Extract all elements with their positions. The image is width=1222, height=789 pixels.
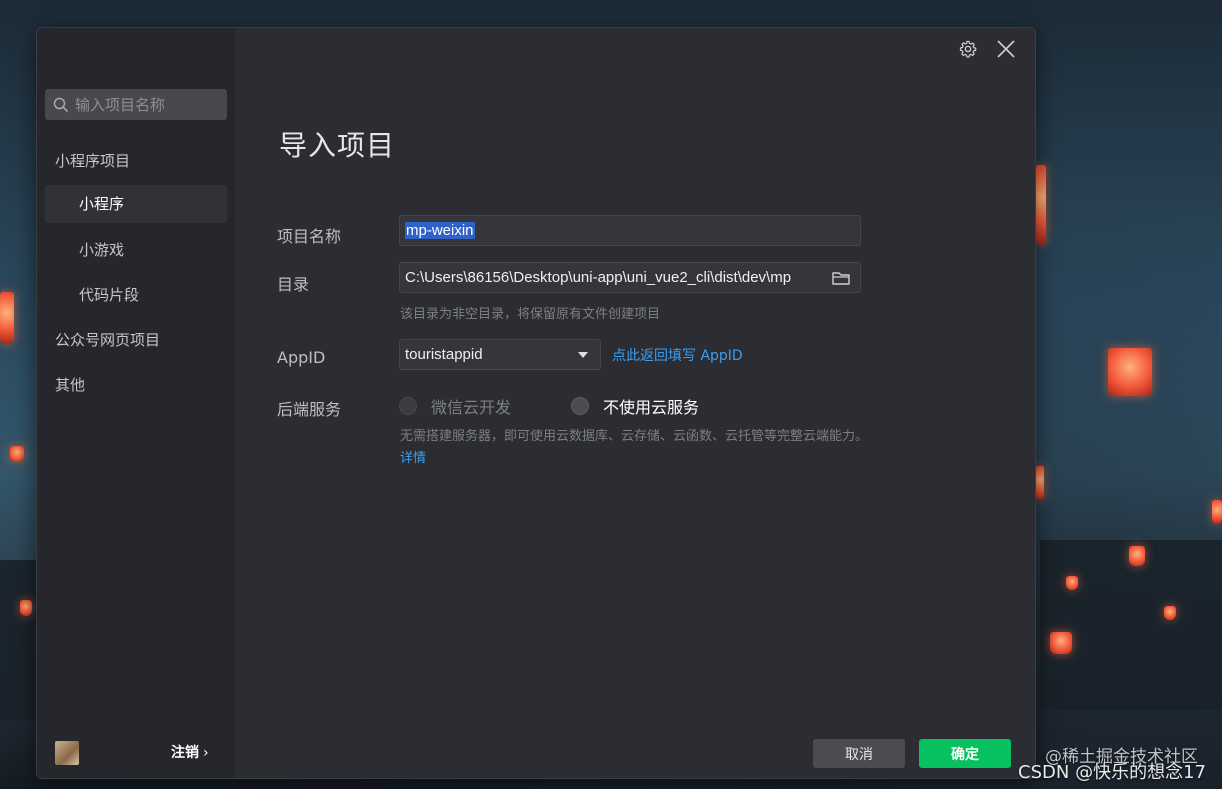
backend-description: 无需搭建服务器，即可使用云数据库、云存储、云函数、云托管等完整云端能力。 详情 <box>400 426 875 470</box>
directory-label: 目录 <box>277 275 310 294</box>
background-city <box>0 560 36 720</box>
import-project-dialog: 小程序项目 小程序 小游戏 代码片段 公众号网页项目 其他 注销› 导入项目 项… <box>36 27 1036 779</box>
sidebar-item-minigame[interactable]: 小游戏 <box>37 231 235 269</box>
radio-wechat-cloud[interactable]: 微信云开发 <box>399 394 511 418</box>
directory-field[interactable]: C:\Users\86156\Desktop\uni-app\uni_vue2_… <box>399 262 861 293</box>
chevron-right-icon: › <box>203 745 209 761</box>
folder-icon <box>832 271 850 285</box>
sky-lantern <box>0 292 14 344</box>
chevron-down-icon <box>578 351 588 358</box>
search-box[interactable] <box>45 89 227 120</box>
radio-no-cloud[interactable]: 不使用云服务 <box>571 394 699 418</box>
cancel-button[interactable]: 取消 <box>813 739 905 768</box>
project-name-label: 项目名称 <box>277 227 342 246</box>
radio-circle <box>571 397 590 415</box>
sky-lantern <box>1129 546 1145 566</box>
folder-button[interactable] <box>822 263 860 292</box>
appid-return-link[interactable]: 点此返回填写 AppID <box>612 345 743 365</box>
close-button[interactable] <box>993 36 1019 62</box>
logout-button[interactable]: 注销 › <box>171 741 209 765</box>
appid-value: touristappid <box>405 346 483 363</box>
avatar[interactable] <box>55 741 79 765</box>
sky-lantern <box>1164 606 1176 620</box>
sky-lantern <box>1066 576 1078 590</box>
search-icon <box>53 97 69 112</box>
sidebar-item-miniprogram[interactable]: 小程序 <box>45 185 227 223</box>
sidebar: 小程序项目 小程序 小游戏 代码片段 公众号网页项目 其他 注销› <box>37 28 235 778</box>
backend-radio-group: 微信云开发 不使用云服务 <box>399 394 699 418</box>
sky-lantern <box>1036 466 1044 500</box>
sky-lantern <box>20 600 32 616</box>
directory-hint: 该目录为非空目录，将保留原有文件创建项目 <box>400 307 661 322</box>
directory-value: C:\Users\86156\Desktop\uni-app\uni_vue2_… <box>405 269 792 286</box>
project-name-field[interactable]: mp-weixin <box>399 215 861 246</box>
appid-label: AppID <box>277 348 326 367</box>
sky-lantern <box>1108 348 1152 396</box>
logout-label: 注销 <box>171 745 199 761</box>
sky-lantern <box>1212 500 1222 524</box>
sidebar-group-miniprogram[interactable]: 小程序项目 <box>37 142 235 180</box>
close-icon <box>997 40 1015 58</box>
backend-label: 后端服务 <box>277 400 342 419</box>
confirm-button[interactable]: 确定 <box>919 739 1011 768</box>
radio-label: 不使用云服务 <box>603 398 700 417</box>
appid-select[interactable]: touristappid <box>399 339 601 370</box>
sidebar-item-official-account-web[interactable]: 公众号网页项目 <box>37 321 235 359</box>
radio-label: 微信云开发 <box>431 398 512 417</box>
page-title: 导入项目 <box>279 129 396 162</box>
sky-lantern <box>10 446 24 462</box>
radio-circle <box>399 397 417 415</box>
search-input[interactable] <box>73 94 217 115</box>
settings-button[interactable] <box>955 36 981 62</box>
background-city <box>1040 540 1222 710</box>
sidebar-item-code-snippet[interactable]: 代码片段 <box>37 276 235 314</box>
sky-lantern <box>1036 165 1046 245</box>
backend-detail-link[interactable]: 详情 <box>400 451 426 466</box>
watermark-csdn: CSDN @快乐的想念17 <box>1018 762 1206 783</box>
window-controls <box>955 36 1019 62</box>
gear-icon <box>959 40 977 58</box>
project-name-value: mp-weixin <box>405 222 475 239</box>
sidebar-item-other[interactable]: 其他 <box>37 366 235 404</box>
backend-description-text: 无需搭建服务器，即可使用云数据库、云存储、云函数、云托管等完整云端能力。 <box>400 429 869 444</box>
sky-lantern <box>1050 632 1072 654</box>
